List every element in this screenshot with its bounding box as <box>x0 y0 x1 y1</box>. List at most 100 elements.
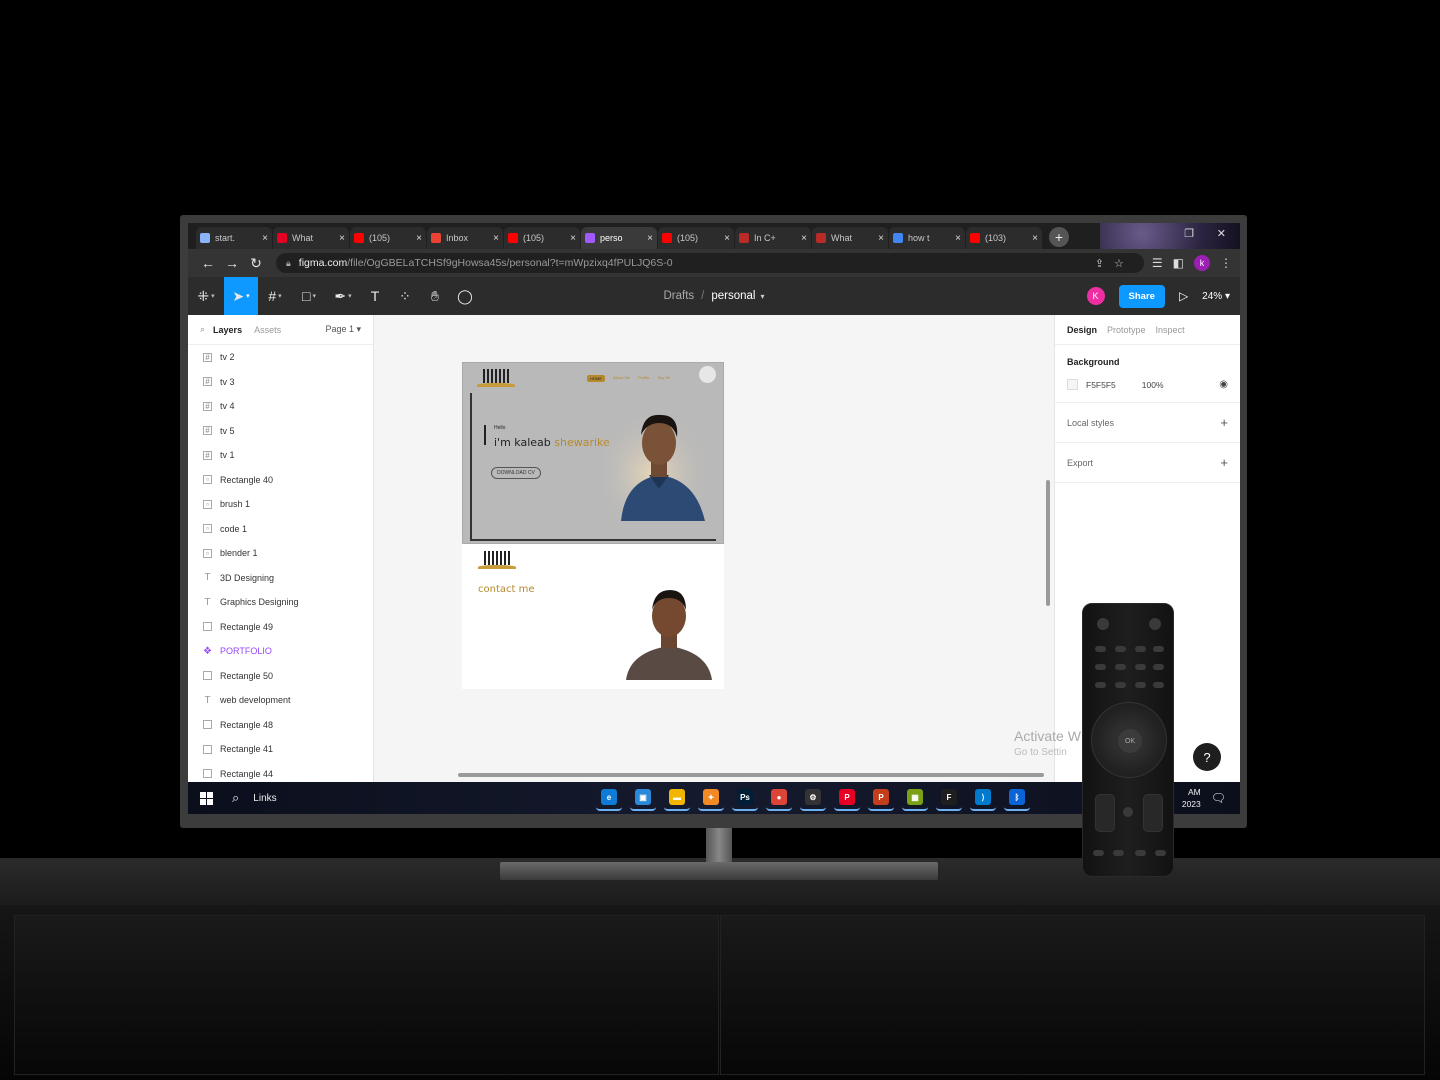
taskbar-app-app-orange[interactable]: ✦ <box>698 785 724 811</box>
tab-close-icon[interactable]: × <box>724 233 730 244</box>
tab-close-icon[interactable]: × <box>647 233 653 244</box>
resources-icon[interactable]: ⁘ <box>390 277 420 315</box>
contact-frame[interactable]: contact me <box>462 544 724 689</box>
browser-tab[interactable]: (105) × <box>350 227 426 249</box>
taskbar-app-store[interactable]: ▣ <box>630 785 656 811</box>
taskbar-app-edge[interactable]: e <box>596 785 622 811</box>
forward-arrow-icon[interactable]: → <box>220 255 244 271</box>
tab-close-icon[interactable]: × <box>416 233 422 244</box>
close-window-icon[interactable]: ✕ <box>1217 227 1226 240</box>
taskbar-app-explorer[interactable]: ▬ <box>664 785 690 811</box>
layer-row[interactable]: T Graphics Designing <box>188 590 373 615</box>
text-tool-icon[interactable]: T <box>360 277 390 315</box>
tab-assets[interactable]: Assets <box>254 325 281 335</box>
background-opacity[interactable]: 100% <box>1142 380 1164 390</box>
windows-start-icon[interactable] <box>188 782 224 814</box>
taskbar-app-powerpoint[interactable]: P <box>868 785 894 811</box>
pen-tool-icon[interactable]: ✒ ▾ <box>326 277 360 315</box>
present-play-icon[interactable]: ▷ <box>1179 289 1188 303</box>
frame-tool-icon[interactable]: # ▾ <box>258 277 292 315</box>
tab-close-icon[interactable]: × <box>493 233 499 244</box>
taskbar-app-bluetooth[interactable]: ᛒ <box>1004 785 1030 811</box>
restore-window-icon[interactable]: ❐ <box>1184 227 1194 240</box>
search-icon[interactable]: ⌕ <box>200 324 205 335</box>
browser-tab[interactable]: (105) × <box>504 227 580 249</box>
tab-close-icon[interactable]: × <box>878 233 884 244</box>
hand-tool-icon[interactable]: ✋︎ <box>420 277 450 315</box>
layer-row[interactable]: ▫ Rectangle 40 <box>188 468 373 493</box>
browser-tab[interactable]: Inbox × <box>427 227 503 249</box>
layer-row[interactable]: # tv 5 <box>188 419 373 444</box>
layer-row[interactable]: Rectangle 48 <box>188 713 373 738</box>
visibility-eye-icon[interactable]: ◉ <box>1219 379 1228 390</box>
taskbar-clock[interactable]: AM 2023 <box>1182 786 1201 810</box>
tab-layers[interactable]: Layers <box>213 325 242 335</box>
share-button[interactable]: Share <box>1118 284 1165 308</box>
share-star-icons[interactable]: ⇪☆ <box>1095 257 1134 270</box>
address-bar[interactable]: 🔒︎ figma.com /file/OgGBELaTCHSf9gHowsa45… <box>276 253 1144 273</box>
taskbar-app-settings[interactable]: ⚙ <box>800 785 826 811</box>
canvas-horizontal-scrollbar[interactable] <box>458 773 1044 777</box>
reading-list-icon[interactable]: ☰ <box>1152 256 1163 270</box>
tab-inspect[interactable]: Inspect <box>1156 325 1185 335</box>
background-swatch[interactable] <box>1067 379 1078 390</box>
figma-menu-icon[interactable]: ⁜ ▾ <box>188 277 224 315</box>
taskbar-app-figma[interactable]: F <box>936 785 962 811</box>
new-tab-button[interactable]: + <box>1049 227 1069 247</box>
browser-tab[interactable]: perso × <box>581 227 657 249</box>
shape-tool-icon[interactable]: □ ▾ <box>292 277 326 315</box>
browser-tab[interactable]: start. × <box>196 227 272 249</box>
chevron-down-icon[interactable]: ▾ <box>760 292 764 301</box>
browser-tab[interactable]: What × <box>273 227 349 249</box>
file-name[interactable]: personal <box>711 290 755 302</box>
background-hex[interactable]: F5F5F5 <box>1086 380 1116 390</box>
tab-prototype[interactable]: Prototype <box>1107 325 1146 335</box>
zoom-level[interactable]: 24% ▾ <box>1202 291 1230 302</box>
layer-row[interactable]: Rectangle 44 <box>188 762 373 783</box>
layer-row[interactable]: # tv 2 <box>188 345 373 370</box>
layer-row[interactable]: ❖ PORTFOLIO <box>188 639 373 664</box>
taskbar-app-chrome[interactable]: ● <box>766 785 792 811</box>
layer-row[interactable]: T 3D Designing <box>188 566 373 591</box>
taskbar-app-vscode[interactable]: ⟩ <box>970 785 996 811</box>
add-export-plus-icon[interactable]: + <box>1220 455 1228 470</box>
layer-row[interactable]: ▫ brush 1 <box>188 492 373 517</box>
move-tool-icon[interactable]: ➤ ▾ <box>224 277 258 315</box>
layer-row[interactable]: ▫ blender 1 <box>188 541 373 566</box>
layer-row[interactable]: Rectangle 49 <box>188 615 373 640</box>
layer-row[interactable]: # tv 1 <box>188 443 373 468</box>
taskbar-app-office[interactable]: ▦ <box>902 785 928 811</box>
tab-close-icon[interactable]: × <box>955 233 961 244</box>
tab-close-icon[interactable]: × <box>339 233 345 244</box>
browser-tab[interactable]: (103) × <box>966 227 1042 249</box>
tab-close-icon[interactable]: × <box>1032 233 1038 244</box>
browser-tab[interactable]: how t × <box>889 227 965 249</box>
profile-avatar[interactable]: k <box>1194 255 1210 271</box>
layer-row[interactable]: Rectangle 50 <box>188 664 373 689</box>
design-canvas[interactable]: HOME About Me Profile Say Hi! Hello i'm … <box>374 315 1054 782</box>
add-style-plus-icon[interactable]: + <box>1220 415 1228 430</box>
layer-row[interactable]: Tweb development <box>188 688 373 713</box>
taskbar-app-photoshop[interactable]: Ps <box>732 785 758 811</box>
taskbar-search[interactable]: ⌕ Links <box>232 790 277 806</box>
layer-row[interactable]: Rectangle 41 <box>188 737 373 762</box>
layer-row[interactable]: ▫ code 1 <box>188 517 373 542</box>
page-selector[interactable]: Page 1 ▾ <box>325 324 361 335</box>
hero-frame[interactable]: HOME About Me Profile Say Hi! Hello i'm … <box>462 362 724 544</box>
help-button[interactable]: ? <box>1193 743 1221 771</box>
tab-design[interactable]: Design <box>1067 325 1097 335</box>
tab-close-icon[interactable]: × <box>801 233 807 244</box>
browser-tab[interactable]: In C+ × <box>735 227 811 249</box>
comment-tool-icon[interactable]: ◯ <box>450 277 480 315</box>
tab-close-icon[interactable]: × <box>262 233 268 244</box>
taskbar-app-pinterest[interactable]: P <box>834 785 860 811</box>
browser-tab[interactable]: (105) × <box>658 227 734 249</box>
browser-tab[interactable]: What × <box>812 227 888 249</box>
breadcrumb-drafts[interactable]: Drafts <box>663 290 694 302</box>
back-arrow-icon[interactable]: ← <box>196 255 220 271</box>
canvas-vertical-scrollbar[interactable] <box>1046 480 1050 606</box>
notifications-icon[interactable]: 🗨︎ <box>1211 791 1226 805</box>
layer-row[interactable]: # tv 3 <box>188 370 373 395</box>
layer-row[interactable]: # tv 4 <box>188 394 373 419</box>
collaborator-avatar[interactable]: K <box>1086 287 1105 305</box>
